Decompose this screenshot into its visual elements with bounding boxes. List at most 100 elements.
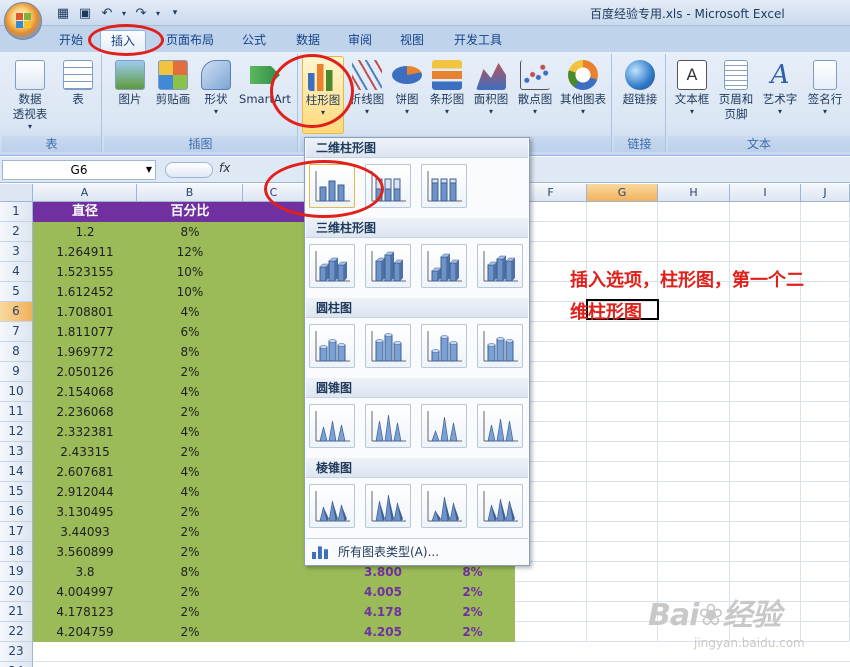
- chart-subtype-col2d-1[interactable]: [309, 164, 355, 208]
- chart-subtype-cyl-1[interactable]: [309, 324, 355, 368]
- tab-home[interactable]: 开始: [50, 30, 92, 52]
- column-header-i[interactable]: I: [730, 184, 801, 202]
- chart-subtype-pyr-3[interactable]: [421, 484, 467, 528]
- row-header-2[interactable]: 2: [0, 222, 33, 242]
- column-header-c[interactable]: C: [243, 184, 305, 202]
- row-header-8[interactable]: 8: [0, 342, 33, 362]
- chart-subtype-cone-4[interactable]: [477, 404, 523, 448]
- cell-a21[interactable]: 4.178123: [33, 602, 137, 622]
- cell-b19[interactable]: 8%: [137, 562, 243, 582]
- cell-b10[interactable]: 4%: [137, 382, 243, 402]
- tab-review[interactable]: 审阅: [340, 30, 380, 52]
- tab-page-layout[interactable]: 页面布局: [160, 30, 220, 52]
- row-header-9[interactable]: 9: [0, 362, 33, 382]
- cell-b1[interactable]: 百分比: [137, 202, 243, 222]
- chart-subtype-pyr-2[interactable]: [365, 484, 411, 528]
- row-header-22[interactable]: 22: [0, 622, 33, 642]
- column-header-a[interactable]: A: [33, 184, 137, 202]
- row-header-11[interactable]: 11: [0, 402, 33, 422]
- cell-b14[interactable]: 4%: [137, 462, 243, 482]
- pivot-table-button[interactable]: 数据 透视表 ▾: [6, 56, 54, 132]
- cell-b16[interactable]: 2%: [137, 502, 243, 522]
- cell-b21[interactable]: 2%: [137, 602, 243, 622]
- cell-a1[interactable]: 直径: [33, 202, 137, 222]
- cell-b7[interactable]: 6%: [137, 322, 243, 342]
- cell-b3[interactable]: 12%: [137, 242, 243, 262]
- row-header-14[interactable]: 14: [0, 462, 33, 482]
- row-header-7[interactable]: 7: [0, 322, 33, 342]
- cell-a22[interactable]: 4.204759: [33, 622, 137, 642]
- smartart-button[interactable]: SmartArt: [236, 56, 294, 107]
- cell-a20[interactable]: 4.004997: [33, 582, 137, 602]
- row-header-6[interactable]: 6: [0, 302, 33, 322]
- chart-subtype-cyl-4[interactable]: [477, 324, 523, 368]
- cell-a9[interactable]: 2.050126: [33, 362, 137, 382]
- cell-b13[interactable]: 2%: [137, 442, 243, 462]
- row-header-19[interactable]: 19: [0, 562, 33, 582]
- cell-b22[interactable]: 2%: [137, 622, 243, 642]
- cell-b6[interactable]: 4%: [137, 302, 243, 322]
- chart-subtype-col3d-1[interactable]: [309, 244, 355, 288]
- row-header-3[interactable]: 3: [0, 242, 33, 262]
- row-header-23[interactable]: 23: [0, 642, 33, 662]
- cell-a5[interactable]: 1.612452: [33, 282, 137, 302]
- cell-a7[interactable]: 1.811077: [33, 322, 137, 342]
- row-header-17[interactable]: 17: [0, 522, 33, 542]
- tab-data[interactable]: 数据: [288, 30, 328, 52]
- cell-b12[interactable]: 4%: [137, 422, 243, 442]
- chart-subtype-col3d-4[interactable]: [477, 244, 523, 288]
- row-header-24[interactable]: 24: [0, 662, 33, 667]
- line-chart-button[interactable]: 折线图 ▾: [346, 56, 388, 117]
- tab-formulas[interactable]: 公式: [234, 30, 274, 52]
- chart-subtype-col2d-3[interactable]: [421, 164, 467, 208]
- signature-line-button[interactable]: 签名行 ▾: [802, 56, 848, 117]
- chart-subtype-col3d-3[interactable]: [421, 244, 467, 288]
- cell-a13[interactable]: 2.43315: [33, 442, 137, 462]
- chart-subtype-cyl-2[interactable]: [365, 324, 411, 368]
- shapes-button[interactable]: 形状 ▾: [196, 56, 236, 117]
- name-box-dropdown-icon[interactable]: ▼: [146, 161, 152, 179]
- column-header-h[interactable]: H: [658, 184, 730, 202]
- tab-insert[interactable]: 插入: [100, 30, 146, 52]
- row-header-13[interactable]: 13: [0, 442, 33, 462]
- row-header-10[interactable]: 10: [0, 382, 33, 402]
- table-button[interactable]: 表: [58, 56, 98, 107]
- scatter-chart-button[interactable]: 散点图 ▾: [514, 56, 556, 117]
- cell-a16[interactable]: 3.130495: [33, 502, 137, 522]
- cell-a2[interactable]: 1.2: [33, 222, 137, 242]
- cell-a11[interactable]: 2.236068: [33, 402, 137, 422]
- redo-dropdown-icon[interactable]: ▾: [154, 5, 162, 22]
- row-header-20[interactable]: 20: [0, 582, 33, 602]
- cell-a4[interactable]: 1.523155: [33, 262, 137, 282]
- chart-subtype-cone-1[interactable]: [309, 404, 355, 448]
- cell-b2[interactable]: 8%: [137, 222, 243, 242]
- name-box[interactable]: G6 ▼: [2, 160, 156, 180]
- chart-subtype-pyr-1[interactable]: [309, 484, 355, 528]
- cell-c1[interactable]: [243, 202, 305, 222]
- cell-a19[interactable]: 3.8: [33, 562, 137, 582]
- cell-b20[interactable]: 2%: [137, 582, 243, 602]
- column-header-j[interactable]: J: [801, 184, 850, 202]
- chart-subtype-pyr-4[interactable]: [477, 484, 523, 528]
- hyperlink-button[interactable]: 超链接: [616, 56, 664, 107]
- wordart-button[interactable]: A 艺术字 ▾: [758, 56, 802, 117]
- cell-e21[interactable]: 2%: [430, 602, 515, 622]
- clipart-button[interactable]: 剪贴画: [150, 56, 196, 107]
- row-header-21[interactable]: 21: [0, 602, 33, 622]
- area-chart-button[interactable]: 面积图 ▾: [470, 56, 512, 117]
- row-header-1[interactable]: 1: [0, 202, 33, 222]
- cell-e20[interactable]: 2%: [430, 582, 515, 602]
- header-footer-button[interactable]: 页眉和 页脚: [714, 56, 758, 122]
- office-button[interactable]: [4, 2, 42, 40]
- cell-b8[interactable]: 8%: [137, 342, 243, 362]
- cell-b11[interactable]: 2%: [137, 402, 243, 422]
- row-header-4[interactable]: 4: [0, 262, 33, 282]
- cell-a3[interactable]: 1.264911: [33, 242, 137, 262]
- row-header-5[interactable]: 5: [0, 282, 33, 302]
- chart-subtype-cyl-3[interactable]: [421, 324, 467, 368]
- chart-subtype-cone-2[interactable]: [365, 404, 411, 448]
- redo-icon[interactable]: ↷: [132, 5, 150, 22]
- tab-view[interactable]: 视图: [392, 30, 432, 52]
- row-header-12[interactable]: 12: [0, 422, 33, 442]
- undo-dropdown-icon[interactable]: ▾: [120, 5, 128, 22]
